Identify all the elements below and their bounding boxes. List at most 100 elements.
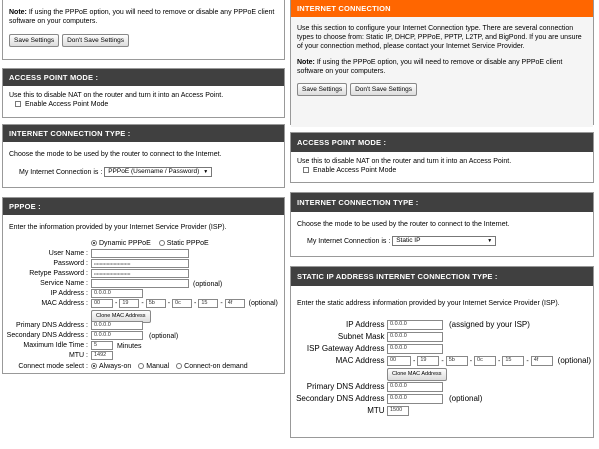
right-internet-connection-panel: INTERNET CONNECTION Use this section to … [290, 0, 594, 127]
mac-address-fields: 00-19-5b -0c -15-4f (optional) [387, 356, 591, 367]
optional-note: (optional) [193, 281, 223, 288]
section-header: INTERNET CONNECTION TYPE : [291, 193, 593, 212]
primary-dns-input[interactable]: 0.0.0.0 [91, 321, 143, 330]
mac-octet-input[interactable]: 19 [417, 356, 440, 367]
mac-octet-input[interactable]: 4f [530, 356, 553, 367]
section-desc: Choose the mode to be used by the router… [297, 221, 510, 228]
manual-radio[interactable] [138, 363, 145, 370]
mac-octet-input[interactable]: 4f [224, 299, 245, 308]
mtu-input[interactable]: 1492 [91, 351, 113, 360]
mac-octet-input[interactable]: 19 [119, 299, 140, 308]
mtu-input[interactable]: 1500 [387, 406, 409, 416]
dropdown-arrow-icon: ▼ [487, 238, 493, 244]
mac-octet-input[interactable]: 00 [91, 299, 113, 308]
section-header: ACCESS POINT MODE : [291, 133, 593, 152]
mtu-label: MTU : [367, 406, 389, 415]
ap-mode-label: Enable Access Point Mode [313, 167, 397, 174]
service-name-input[interactable] [91, 279, 189, 288]
connection-type-select[interactable]: Static IP ▼ [392, 236, 497, 246]
gateway-label: ISP Gateway Address : [306, 344, 389, 353]
service-name-label: Service Name : [40, 280, 88, 287]
password-label: Password : [53, 260, 88, 267]
section-desc: Choose the mode to be used by the router… [9, 151, 222, 158]
mac-address-label: MAC Address : [41, 300, 88, 307]
dropdown-arrow-icon: ▼ [203, 169, 209, 175]
section-header: INTERNET CONNECTION [291, 0, 593, 17]
dont-save-settings-button[interactable]: Don't Save Settings [62, 34, 129, 47]
on-demand-radio[interactable] [176, 363, 183, 370]
subnet-mask-label: Subnet Mask : [337, 332, 389, 341]
mtu-label: MTU : [68, 352, 88, 359]
idle-time-input[interactable]: 5 [91, 341, 113, 350]
section-header: STATIC IP ADDRESS INTERNET CONNECTION TY… [291, 267, 593, 286]
retype-password-input[interactable]: •••••••••••••••••••••••••• [91, 269, 189, 278]
section-desc: Enter the static address information pro… [297, 300, 560, 307]
idle-time-label: Maximum Idle Time : [23, 342, 88, 349]
section-desc: Use this section to configure your Inter… [297, 25, 582, 50]
username-input[interactable] [91, 249, 189, 258]
primary-dns-label: Primary DNS Address : [16, 322, 88, 329]
manual-label: Manual [146, 363, 170, 370]
mac-octet-input[interactable]: 00 [387, 356, 411, 367]
assigned-note: (assigned by your ISP) [449, 320, 530, 329]
save-settings-button[interactable]: Save Settings [297, 83, 348, 96]
secondary-dns-input[interactable]: 0.0.0.0 [91, 331, 143, 340]
connection-select-label: My Internet Connection is : [19, 168, 103, 176]
always-on-label: Always-on [99, 363, 132, 370]
left-conn-type-panel: INTERNET CONNECTION TYPE : Choose the mo… [2, 124, 285, 188]
idle-time-unit: Minutes [117, 343, 142, 350]
section-header: PPPOE : [3, 198, 284, 215]
connection-type-select[interactable]: PPPoE (Username / Password) ▼ [104, 167, 213, 177]
section-desc: Use this to disable NAT on the router an… [297, 158, 512, 165]
mac-octet-input[interactable]: 5b [445, 356, 468, 367]
ip-address-label: IP Address : [346, 320, 389, 329]
right-static-ip-panel: STATIC IP ADDRESS INTERNET CONNECTION TY… [290, 266, 594, 438]
ip-address-input[interactable]: 0.0.0.0 [387, 320, 443, 330]
right-conn-type-panel: INTERNET CONNECTION TYPE : Choose the mo… [290, 192, 594, 257]
primary-dns-label: Primary DNS Address : [306, 382, 389, 391]
optional-note: (optional) [149, 333, 179, 340]
note-text: Note: If using the PPPoE option, you wil… [9, 9, 275, 25]
right-ap-mode-panel: ACCESS POINT MODE : Use this to disable … [290, 132, 594, 183]
left-ap-mode-panel: ACCESS POINT MODE : Use this to disable … [2, 68, 285, 118]
dont-save-settings-button[interactable]: Don't Save Settings [350, 83, 417, 96]
primary-dns-input[interactable]: 0.0.0.0 [387, 382, 443, 392]
mac-address-fields: 00-19-5b -0c -15-4f (optional) [91, 299, 278, 308]
secondary-dns-label: Secondary DNS Address : [296, 394, 389, 403]
secondary-dns-input[interactable]: 0.0.0.0 [387, 394, 443, 404]
ap-mode-checkbox[interactable] [303, 167, 309, 174]
optional-note: (optional) [449, 394, 483, 403]
optional-note: (optional) [248, 300, 278, 308]
mac-octet-input[interactable]: 0c [172, 299, 193, 308]
connection-select-label: My Internet Connection is : [307, 237, 391, 245]
connect-mode-label: Connect mode select : [18, 363, 88, 370]
section-desc: Enter the information provided by your I… [9, 224, 227, 231]
static-pppoe-radio[interactable] [158, 240, 165, 247]
left-pppoe-panel: PPPOE : Enter the information provided b… [2, 197, 285, 374]
section-desc: Use this to disable NAT on the router an… [9, 92, 224, 99]
ap-mode-label: Enable Access Point Mode [25, 101, 109, 108]
mac-octet-input[interactable]: 0c [474, 356, 497, 367]
mac-octet-input[interactable]: 5b [145, 299, 166, 308]
mac-octet-input[interactable]: 15 [502, 356, 525, 367]
gateway-input[interactable]: 0.0.0.0 [387, 344, 443, 354]
mac-octet-input[interactable]: 15 [198, 299, 219, 308]
on-demand-label: Connect-on demand [184, 363, 248, 370]
secondary-dns-label: Secondary DNS Address : [6, 332, 88, 339]
password-input[interactable]: •••••••••••••••••••••••••• [91, 259, 189, 268]
always-on-radio[interactable] [91, 363, 97, 370]
section-header: INTERNET CONNECTION TYPE : [3, 125, 284, 142]
static-pppoe-label: Static PPPoE [166, 240, 209, 247]
ip-address-label: IP Address : [50, 290, 88, 297]
dynamic-pppoe-radio[interactable] [91, 240, 97, 247]
save-settings-button[interactable]: Save Settings [9, 34, 60, 47]
subnet-mask-input[interactable]: 0.0.0.0 [387, 332, 443, 342]
ip-address-input[interactable]: 0.0.0.0 [91, 289, 143, 298]
clone-mac-button[interactable]: Clone MAC Address [387, 368, 447, 381]
dynamic-pppoe-label: Dynamic PPPoE [99, 240, 151, 247]
left-top-panel: Note: If using the PPPoE option, you wil… [2, 0, 285, 60]
ap-mode-checkbox[interactable] [15, 101, 21, 108]
username-label: User Name : [48, 250, 88, 257]
retype-password-label: Retype Password : [29, 270, 88, 277]
note-text: Note: If using the PPPoE option, you wil… [297, 59, 563, 75]
